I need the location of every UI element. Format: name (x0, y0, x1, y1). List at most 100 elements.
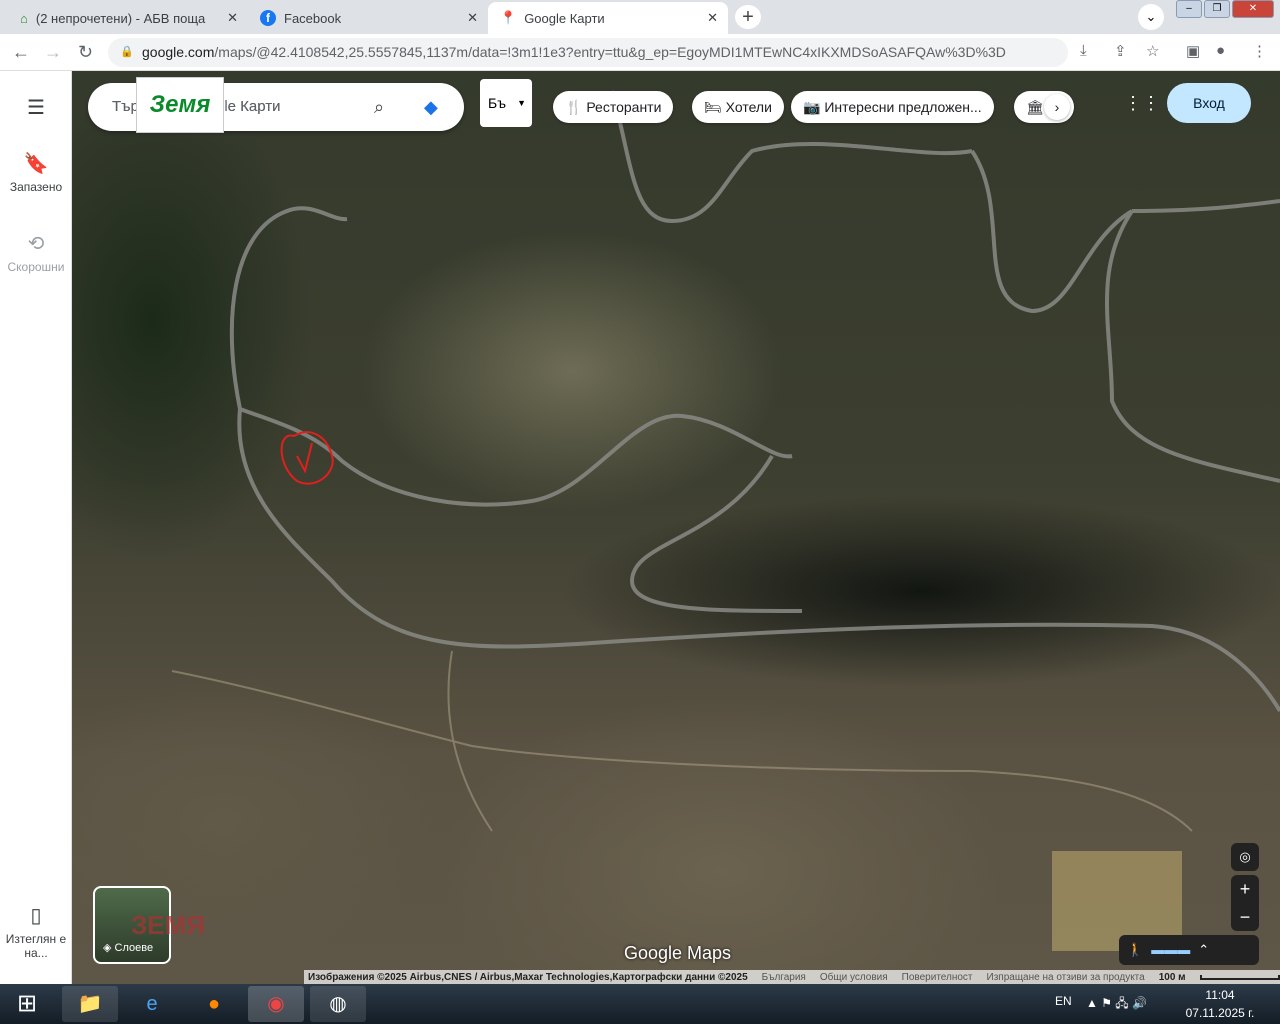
search-icon[interactable]: ⌕ (374, 83, 384, 131)
pegman-icon[interactable]: 🚶 (1127, 935, 1143, 965)
road (229, 206, 348, 410)
close-tab-icon[interactable]: ✕ (467, 10, 478, 26)
language-indicator[interactable]: EN (1055, 994, 1072, 1008)
chip-label: Ресторанти (586, 99, 662, 115)
chrome-icon[interactable]: ◉ (248, 986, 304, 1022)
layers-icon: ◈ (103, 942, 112, 954)
firefox-icon[interactable]: ● (186, 986, 242, 1022)
chip-attractions[interactable]: 📷 Интересни предложен... (791, 91, 994, 123)
new-tab-button[interactable]: + (735, 5, 761, 29)
menu-icon[interactable]: ⋮ (1252, 42, 1267, 60)
museum-icon: 🏛 (1026, 99, 1044, 115)
window-controls: – ❐ ✕ (1176, 0, 1274, 18)
sidebar-item-download[interactable]: ▯ Изтеглян е на... (0, 903, 72, 960)
road (629, 454, 803, 613)
house-icon: ⌂ (20, 10, 28, 26)
maximize-button[interactable]: ❐ (1204, 0, 1230, 18)
close-tab-icon[interactable]: ✕ (227, 10, 238, 26)
share-icon[interactable]: ⇪ (1114, 42, 1127, 60)
layers-button[interactable]: ЗЕМЯ ◈ Слоеве (93, 886, 205, 964)
close-tab-icon[interactable]: ✕ (707, 10, 718, 26)
bed-icon: 🛏 (704, 99, 722, 115)
tab-facebook[interactable]: f Facebook ✕ (248, 2, 488, 34)
tab-search-button[interactable]: ⌄ (1138, 4, 1164, 30)
layers-label: Слоеве (114, 942, 154, 954)
tab-bar: ⌂ (2 непрочетени) - АБВ поща ✕ f Facebook ✕ … (0, 0, 1280, 34)
chip-restaurants[interactable]: 🍴 Ресторанти (553, 91, 674, 123)
login-button[interactable]: Вход (1167, 83, 1251, 123)
bottom-controls: 🚶 ▬▬▬ ⌃ (1119, 935, 1259, 965)
scale-label[interactable]: 100 м (1159, 972, 1186, 983)
zoom-in-button[interactable]: + (1231, 875, 1259, 903)
sidepanel-icon[interactable]: ▣ (1186, 42, 1200, 60)
chip-hotels[interactable]: 🛏 Хотели (692, 91, 784, 123)
close-window-button[interactable]: ✕ (1232, 0, 1274, 18)
road-main (237, 408, 1280, 713)
fork-knife-icon: 🍴 (565, 99, 583, 115)
map-footer: Изображения ©2025 Airbus,CNES / Airbus,M… (304, 970, 1280, 984)
road (1105, 199, 1280, 483)
google-maps-brand: Google Maps (624, 943, 732, 963)
bookmark-icon: 🔖 (23, 153, 49, 175)
map-roads (171, 90, 1280, 951)
clock-time: 11:04 (1205, 988, 1235, 1002)
language-label: Бъ (488, 95, 506, 111)
satellite-map[interactable]: Търсене в Google КартиТъре Карти ⌕ ◆ Зем… (72, 71, 1280, 984)
phone-icon: ▯ (30, 905, 42, 927)
privacy-link[interactable]: Поверителност (902, 972, 973, 983)
chip-label: Интересни предложен... (824, 99, 982, 115)
internet-explorer-icon[interactable]: e (124, 986, 180, 1022)
sidebar-item-label: Запазено (9, 180, 63, 194)
reload-icon[interactable]: ↻ (78, 42, 93, 63)
agency-logo: Земя (136, 77, 224, 133)
install-icon[interactable]: ⤓ (1080, 42, 1087, 59)
sidebar-item-saved[interactable]: 🔖 Запазено (0, 151, 72, 194)
search-placeholder-prefix: Тър (112, 98, 139, 115)
windows-taskbar: ⊞ 📁 e ● ◉ ◍ EN ▲ ⚑ 🖧 🔊 11:04 07.11.2025 г… (0, 984, 1280, 1024)
tray-icons[interactable]: ▲ ⚑ 🖧 🔊 (1086, 994, 1147, 1015)
explorer-icon[interactable]: 📁 (62, 986, 118, 1022)
imagery-credit: Изображения ©2025 Airbus,CNES / Airbus,M… (308, 971, 748, 983)
tab-title: Facebook (284, 10, 342, 26)
clock-date: 07.11.2025 г. (1185, 1006, 1255, 1020)
url-path: /maps/@42.4108542,25.5557845,1137m/data=… (214, 44, 1006, 60)
terms-link[interactable]: Общи условия (820, 972, 888, 983)
directions-icon[interactable]: ◆ (424, 83, 438, 131)
zoom-out-button[interactable]: − (1231, 903, 1259, 931)
chevron-right-icon[interactable]: › (1044, 94, 1070, 120)
google-earth-pro-icon[interactable]: ◍ (310, 986, 366, 1022)
expand-icon[interactable]: ⌃ (1198, 935, 1209, 965)
country-link[interactable]: България (762, 972, 806, 983)
tab-title: (2 непрочетени) - АБВ поща (35, 10, 206, 26)
sidebar-item-recent[interactable]: ⟲ Скорошни (0, 231, 72, 274)
lock-icon: 🔒 (120, 46, 134, 58)
url-input[interactable]: 🔒 google.com/maps/@42.4108542,25.5557845,… (108, 38, 1068, 67)
url-host: google.com (142, 44, 215, 60)
my-location-icon[interactable]: ◎ (1231, 843, 1259, 871)
history-icon: ⟲ (27, 233, 45, 255)
feedback-link[interactable]: Изпращане на отзиви за продукта (987, 972, 1145, 983)
star-icon[interactable]: ☆ (1146, 42, 1159, 60)
zoom-controls: + − (1231, 875, 1259, 931)
logo-text: Земя (149, 91, 211, 118)
address-bar: ← → ↻ 🔒 google.com/maps/@42.4108542,25.55… (0, 34, 1280, 71)
forward-icon[interactable]: → (44, 42, 62, 63)
language-selector[interactable]: Бъ ▼ (480, 79, 532, 127)
tab-title: Google Карти (524, 10, 605, 26)
start-button[interactable]: ⊞ (2, 986, 52, 1022)
maps-pin-icon: 📍 (500, 10, 517, 25)
imagery-thumbs[interactable]: ▬▬▬ (1151, 935, 1190, 965)
chip-museums[interactable]: 🏛 › (1014, 91, 1074, 123)
tab-google-maps[interactable]: 📍 Google Карти ✕ (488, 2, 728, 34)
facebook-icon: f (260, 10, 276, 26)
marked-plot-annotation (280, 431, 334, 485)
profile-icon[interactable]: ● (1216, 42, 1225, 59)
minimize-button[interactable]: – (1176, 0, 1202, 18)
back-icon[interactable]: ← (12, 42, 30, 63)
menu-hamburger-icon[interactable]: ☰ (0, 95, 72, 120)
tab-abv-mail[interactable]: ⌂ (2 непрочетени) - АБВ поща ✕ (8, 2, 248, 34)
scale-bar (1199, 974, 1280, 980)
road (239, 407, 793, 507)
search-placeholder-suffix: е Карти (227, 98, 281, 115)
clock[interactable]: 11:04 07.11.2025 г. (1180, 988, 1260, 1020)
